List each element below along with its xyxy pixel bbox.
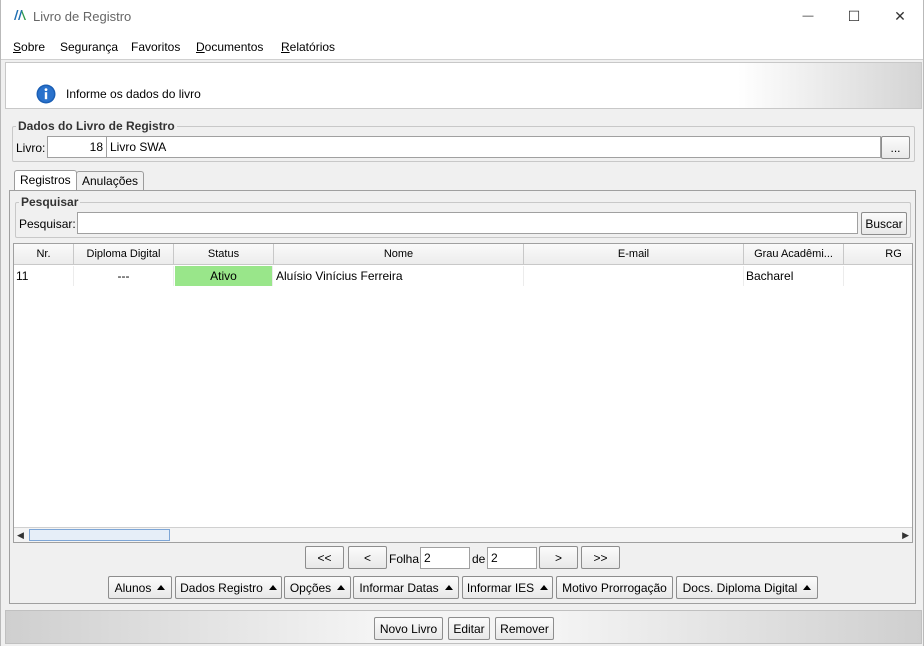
menu-bar: Sobre Segurança Favoritos Documentos Rel…	[1, 32, 923, 60]
informar-ies-label: Informar IES	[466, 580, 535, 595]
cell-email	[524, 266, 744, 286]
caret-up-icon	[540, 585, 549, 590]
opcoes-label: Opções	[289, 580, 332, 595]
menu-sobre-mnemonic: S	[13, 40, 22, 54]
search-label: Pesquisar:	[19, 217, 76, 231]
alunos-label: Alunos	[114, 580, 152, 595]
column-header-diploma[interactable]: Diploma Digital	[74, 244, 174, 265]
caret-up-icon	[803, 585, 812, 590]
scrollbar-thumb[interactable]	[29, 529, 170, 541]
column-header-status[interactable]: Status	[174, 244, 274, 265]
next-page-button[interactable]: >	[539, 546, 578, 569]
first-page-button[interactable]: <<	[305, 546, 344, 569]
maximize-icon: ☐	[847, 7, 861, 24]
livro-group-legend: Dados do Livro de Registro	[16, 119, 177, 133]
menu-seguranca[interactable]: Segurança	[60, 40, 118, 54]
menu-favoritos[interactable]: Favoritos	[131, 40, 180, 54]
column-header-email[interactable]: E-mail	[524, 244, 744, 265]
informar-datas-label: Informar Datas	[359, 580, 439, 595]
menu-relatorios-label: elatórios	[289, 40, 336, 54]
livro-name-field[interactable]: Livro SWA	[106, 136, 881, 158]
horizontal-scrollbar[interactable]: ◀ ▶	[14, 527, 912, 542]
info-icon	[36, 84, 56, 104]
column-header-nr[interactable]: Nr.	[14, 244, 74, 265]
tab-registros[interactable]: Registros	[14, 170, 77, 191]
search-button[interactable]: Buscar	[861, 212, 907, 235]
search-group-legend: Pesquisar	[19, 195, 81, 209]
dados-registro-button[interactable]: Dados Registro	[175, 576, 282, 599]
cell-grau: Bacharel	[744, 266, 844, 286]
window-title: Livro de Registro	[33, 9, 132, 24]
caret-up-icon	[444, 585, 453, 590]
cell-rg	[844, 266, 912, 286]
title-bar: Livro de Registro — ☐ ✕	[1, 0, 923, 32]
menu-seguranca-label: Segurança	[60, 40, 119, 54]
livro-number-field[interactable]: 18	[47, 136, 107, 158]
remover-button[interactable]: Remover	[495, 617, 554, 640]
minimize-button[interactable]: —	[785, 0, 831, 32]
column-header-rg[interactable]: RG	[844, 244, 912, 265]
menu-relatorios-mnemonic: R	[281, 40, 290, 54]
menu-documentos[interactable]: Documentos	[196, 40, 263, 54]
registros-table: Nr. Diploma Digital Status Nome E-mail G…	[13, 243, 913, 543]
opcoes-button[interactable]: Opções	[284, 576, 351, 599]
main-window: Livro de Registro — ☐ ✕ Sobre Segurança …	[0, 0, 924, 646]
tab-anulacoes[interactable]: Anulações	[76, 171, 145, 191]
banner-text: Informe os dados do livro	[66, 87, 201, 101]
menu-sobre[interactable]: Sobre	[13, 40, 45, 54]
close-button[interactable]: ✕	[877, 0, 923, 32]
de-label: de	[472, 552, 486, 566]
prev-page-button[interactable]: <	[348, 546, 387, 569]
caret-up-icon	[337, 585, 346, 590]
column-header-grau[interactable]: Grau Acadêmi...	[744, 244, 844, 265]
last-page-button[interactable]: >>	[581, 546, 620, 569]
menu-relatorios[interactable]: Relatórios	[281, 40, 335, 54]
cell-diploma: ---	[74, 266, 174, 286]
livro-label: Livro:	[16, 141, 46, 155]
minimize-icon: —	[802, 10, 814, 22]
menu-documentos-label: ocumentos	[204, 40, 264, 54]
scroll-left-icon[interactable]: ◀	[17, 530, 24, 541]
menu-favoritos-label: Favoritos	[131, 40, 181, 54]
scroll-right-icon[interactable]: ▶	[902, 530, 909, 541]
docs-diploma-digital-label: Docs. Diploma Digital	[682, 580, 798, 595]
alunos-button[interactable]: Alunos	[108, 576, 172, 599]
info-banner: Informe os dados do livro	[5, 62, 922, 109]
caret-up-icon	[268, 585, 277, 590]
cell-status: Ativo	[175, 266, 273, 286]
docs-diploma-digital-button[interactable]: Docs. Diploma Digital	[676, 576, 818, 599]
informar-ies-button[interactable]: Informar IES	[462, 576, 553, 599]
folha-input[interactable]: 2	[420, 547, 470, 569]
folha-label: Folha	[389, 552, 420, 566]
informar-datas-button[interactable]: Informar Datas	[353, 576, 459, 599]
cell-nome: Aluísio Vinícius Ferreira	[275, 266, 524, 286]
column-header-nome[interactable]: Nome	[274, 244, 524, 265]
menu-documentos-mnemonic: D	[196, 40, 205, 54]
app-logo-icon	[14, 10, 26, 20]
maximize-button[interactable]: ☐	[831, 0, 877, 32]
browse-livro-button[interactable]: ...	[881, 136, 910, 159]
motivo-prorrogacao-button[interactable]: Motivo Prorrogação	[556, 576, 673, 599]
novo-livro-button[interactable]: Novo Livro	[374, 617, 443, 640]
cell-nr: 11	[14, 266, 74, 286]
total-pages-field: 2	[487, 547, 537, 569]
close-icon: ✕	[894, 7, 906, 24]
dados-registro-label: Dados Registro	[180, 580, 263, 595]
search-input[interactable]	[77, 212, 858, 234]
caret-up-icon	[157, 585, 166, 590]
editar-button[interactable]: Editar	[448, 617, 490, 640]
menu-sobre-label: obre	[21, 40, 46, 54]
